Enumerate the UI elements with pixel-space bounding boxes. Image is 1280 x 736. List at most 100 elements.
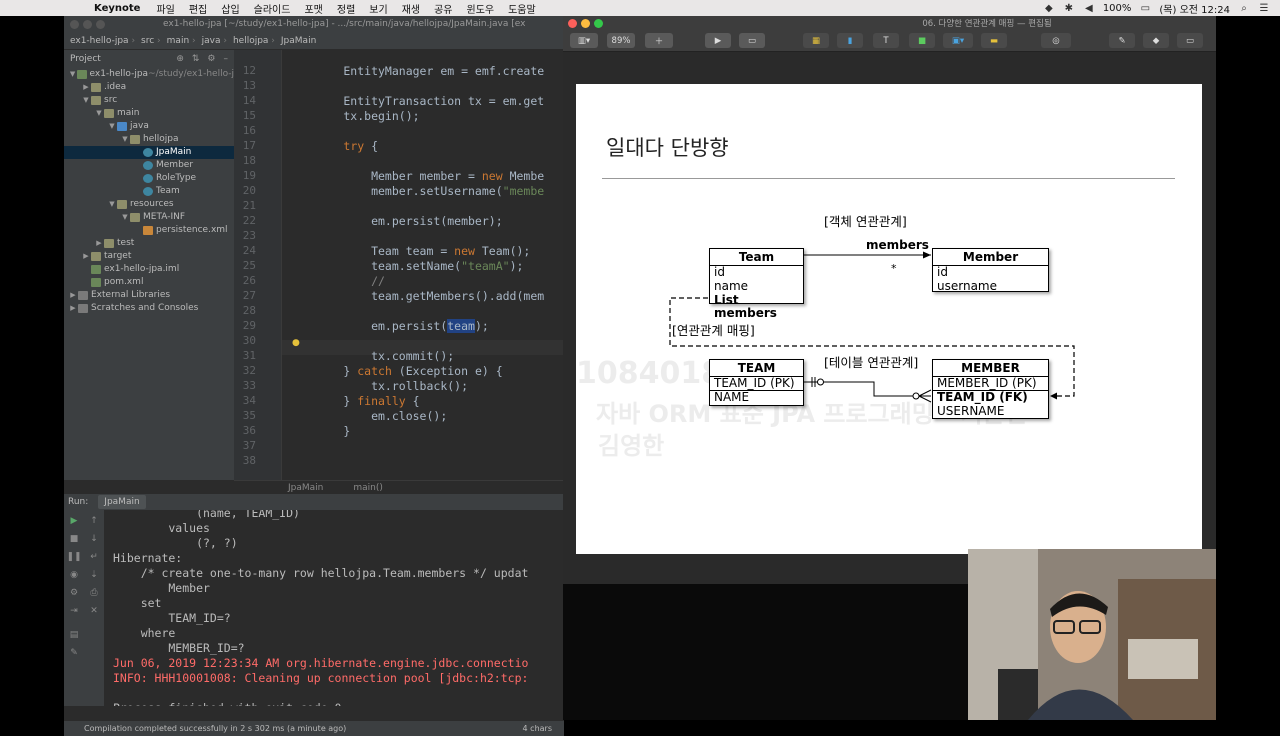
pin-icon[interactable]: ✎ <box>64 648 84 658</box>
code-line[interactable]: EntityTransaction tx = em.get <box>288 94 544 109</box>
soft-wrap-icon[interactable]: ↵ <box>84 552 104 562</box>
tree-item[interactable]: ▼ java <box>64 120 234 133</box>
code-line[interactable]: team.getMembers().add(mem <box>288 289 544 304</box>
hide-panel-icon[interactable]: – <box>224 54 229 64</box>
breadcrumb-java[interactable]: java <box>202 36 227 46</box>
tree-item[interactable]: ▼ main <box>64 107 234 120</box>
breadcrumb-jpamain[interactable]: JpaMain <box>281 36 316 46</box>
spotlight-icon[interactable]: ⌕ <box>1238 3 1250 14</box>
code-line[interactable]: team.setName("teamA"); <box>288 259 523 274</box>
menu-item-format[interactable]: 포맷 <box>298 1 330 16</box>
pause-icon[interactable]: ❚❚ <box>64 552 84 562</box>
layout-icon[interactable]: ▤ <box>64 630 84 640</box>
volume-icon[interactable]: ◀ <box>1083 3 1095 14</box>
code-editor[interactable]: 12 EntityManager em = emf.create 13 14 Ent… <box>234 50 564 480</box>
code-line[interactable]: try { <box>288 139 378 154</box>
menu-item-view[interactable]: 보기 <box>363 1 395 16</box>
tree-expand-icon[interactable]: ▼ <box>107 120 117 133</box>
keynote-live-button[interactable]: ▭ <box>739 33 765 48</box>
tree-expand-icon[interactable]: ▶ <box>81 81 91 94</box>
code-line[interactable]: Member member = new Membe <box>288 169 544 184</box>
run-tab-jpamain[interactable]: JpaMain <box>98 495 146 509</box>
menu-item-insert[interactable]: 삽입 <box>215 1 247 16</box>
scroll-up-icon[interactable]: ↑ <box>84 516 104 526</box>
comment-icon[interactable]: ▬ <box>981 33 1007 48</box>
code-line[interactable]: } finally { <box>288 394 419 409</box>
code-line[interactable]: // <box>288 274 385 289</box>
keynote-zoom-button[interactable] <box>594 18 603 28</box>
tree-item[interactable]: ▶ External Libraries <box>64 289 234 302</box>
code-line[interactable]: em.persist(team); <box>288 319 489 334</box>
settings-icon[interactable]: ⚙ <box>64 588 84 598</box>
ide-close-button[interactable] <box>70 19 79 29</box>
code-line[interactable]: Team team = new Team(); <box>288 244 530 259</box>
tree-expand-icon[interactable]: ▼ <box>120 211 130 224</box>
app-name-menu[interactable]: Keynote <box>90 3 150 14</box>
tree-expand-icon[interactable]: ▶ <box>68 302 78 315</box>
tree-expand-icon[interactable]: ▼ <box>81 94 91 107</box>
view-menu-icon[interactable]: ▥▾ <box>570 33 598 48</box>
text-icon[interactable]: T <box>873 33 899 48</box>
tree-expand-icon[interactable]: ▼ <box>94 107 104 120</box>
tree-item[interactable]: JpaMain <box>64 146 234 159</box>
animate-icon[interactable]: ◆ <box>1143 33 1169 48</box>
code-line[interactable]: tx.begin(); <box>288 109 419 124</box>
tree-item[interactable]: pom.xml <box>64 276 234 289</box>
collaborate-icon[interactable]: ◎ <box>1041 33 1071 48</box>
scroll-end-icon[interactable]: ⇣ <box>84 570 104 580</box>
menu-item-file[interactable]: 파일 <box>150 1 182 16</box>
menu-item-edit[interactable]: 편집 <box>183 1 215 16</box>
code-line[interactable]: member.setUsername("membe <box>288 184 544 199</box>
code-line[interactable]: tx.rollback(); <box>288 379 468 394</box>
battery-icon[interactable]: ▭ <box>1139 3 1151 14</box>
menu-item-help[interactable]: 도움말 <box>502 1 544 16</box>
team-table-box[interactable]: TEAM TEAM_ID (PK) NAME <box>709 359 804 406</box>
tree-item[interactable]: Team <box>64 185 234 198</box>
tree-expand-icon[interactable]: ▼ <box>68 68 77 81</box>
ide-minimize-button[interactable] <box>83 19 92 29</box>
dropbox-icon[interactable]: ◆ <box>1043 3 1055 14</box>
tree-item[interactable]: ▼ resources <box>64 198 234 211</box>
tree-item[interactable]: persistence.xml <box>64 224 234 237</box>
table-icon[interactable]: ▦ <box>803 33 829 48</box>
zoom-select[interactable]: 89% <box>607 33 635 48</box>
ide-zoom-button[interactable] <box>96 19 105 29</box>
rerun-icon[interactable]: ▶ <box>64 516 84 526</box>
menu-item-slide[interactable]: 슬라이드 <box>248 1 299 16</box>
tree-item[interactable]: ▶ test <box>64 237 234 250</box>
member-entity-box[interactable]: Member id username <box>932 248 1049 293</box>
tree-item[interactable]: ▼ META-INF <box>64 211 234 224</box>
run-console[interactable]: (name, TEAM_ID) values (?, ?) Hibernate: … <box>104 510 564 706</box>
tree-item[interactable]: ▼ ex1-hello-jpa ~/study/ex1-hello-j <box>64 68 234 81</box>
tree-item[interactable]: ▶ target <box>64 250 234 263</box>
tree-expand-icon[interactable]: ▶ <box>68 289 78 302</box>
code-line[interactable]: EntityManager em = emf.create <box>288 64 544 79</box>
notification-center-icon[interactable]: ☰ <box>1258 3 1270 14</box>
code-line[interactable]: em.close(); <box>288 409 447 424</box>
tree-expand-icon[interactable]: ▼ <box>107 198 117 211</box>
breadcrumb-src[interactable]: src <box>141 36 161 46</box>
breadcrumb-hellojpa[interactable]: hellojpa <box>233 36 275 46</box>
trash-icon[interactable]: ✕ <box>84 606 104 616</box>
keynote-minimize-button[interactable] <box>581 18 590 28</box>
breadcrumb-project[interactable]: ex1-hello-jpa <box>70 36 135 46</box>
keynote-close-button[interactable] <box>568 18 577 28</box>
tree-item[interactable]: ▶ .idea <box>64 81 234 94</box>
team-entity-box[interactable]: Team id name List members <box>709 248 804 320</box>
stop-icon[interactable]: ■ <box>64 534 84 544</box>
code-line[interactable]: } catch (Exception e) { <box>288 364 502 379</box>
code-line[interactable]: } <box>288 424 350 439</box>
chart-icon[interactable]: ▮ <box>837 33 863 48</box>
print-icon[interactable]: ⎙ <box>84 588 104 598</box>
menu-item-window[interactable]: 윈도우 <box>461 1 503 16</box>
format-icon[interactable]: ✎ <box>1109 33 1135 48</box>
code-line[interactable]: tx.commit(); <box>288 349 454 364</box>
shape-icon[interactable]: ■ <box>909 33 935 48</box>
locate-icon[interactable]: ⊕ <box>176 54 184 64</box>
tree-expand-icon[interactable]: ▶ <box>81 250 91 263</box>
scroll-down-icon[interactable]: ↓ <box>84 534 104 544</box>
add-slide-button[interactable]: ＋ <box>645 33 673 48</box>
footer-method[interactable]: main() <box>353 483 383 493</box>
tree-item[interactable]: ▼ src <box>64 94 234 107</box>
document-icon[interactable]: ▭ <box>1177 33 1203 48</box>
